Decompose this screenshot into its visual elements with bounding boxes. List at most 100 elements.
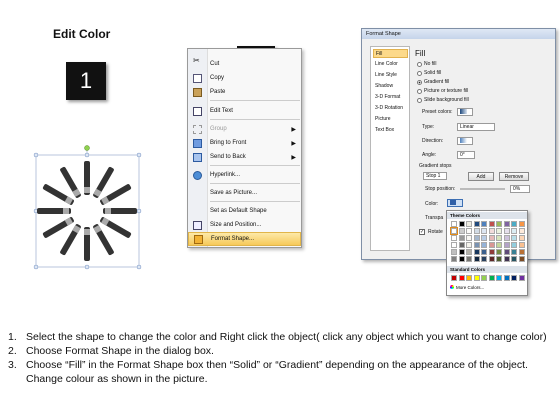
sidebar-item-shadow[interactable]: Shadow [373,82,408,91]
theme-color-swatch[interactable] [518,249,525,255]
theme-color-swatch[interactable] [488,235,495,241]
theme-color-swatch[interactable] [518,242,525,248]
menu-item-group[interactable]: Group ▶ [188,122,301,136]
theme-color-swatch[interactable] [511,221,517,227]
theme-color-swatch[interactable] [481,242,487,248]
theme-color-swatch[interactable] [503,242,510,248]
stop-position-input[interactable]: 0% [510,185,530,193]
option-solid-fill[interactable]: Solid fill [417,70,441,76]
menu-item-copy[interactable]: Copy [188,71,301,85]
theme-color-swatch[interactable] [481,256,487,262]
selected-shape[interactable] [30,145,145,270]
type-dropdown[interactable]: Linear [457,123,495,131]
theme-color-swatch[interactable] [466,256,472,262]
theme-color-swatch[interactable] [473,221,480,227]
theme-color-swatch[interactable] [481,228,487,234]
standard-color-swatch[interactable] [451,275,457,281]
menu-item-bring-to-front[interactable]: Bring to Front ▶ [188,136,301,150]
theme-color-swatch[interactable] [481,249,487,255]
option-picture-fill[interactable]: Picture or texture fill [417,88,468,94]
theme-color-swatch[interactable] [451,221,457,227]
menu-item-edit-text[interactable]: Edit Text [188,104,301,118]
theme-color-swatch[interactable] [451,235,457,241]
menu-item-send-to-back[interactable]: Send to Back ▶ [188,150,301,164]
theme-color-swatch[interactable] [488,249,495,255]
theme-color-swatch[interactable] [458,256,465,262]
theme-color-swatch[interactable] [458,221,465,227]
sidebar-item-line-style[interactable]: Line Style [373,71,408,80]
theme-color-swatch[interactable] [473,242,480,248]
theme-color-swatch[interactable] [450,227,458,235]
menu-item-format-shape[interactable]: Format Shape... [188,232,301,246]
theme-color-swatch[interactable] [458,235,465,241]
sidebar-item-3d-format[interactable]: 3-D Format [373,93,408,102]
theme-color-swatch[interactable] [488,221,495,227]
theme-color-swatch[interactable] [503,235,510,241]
menu-item-cut[interactable]: ✂ Cut [188,56,301,71]
theme-color-swatch[interactable] [496,249,502,255]
standard-color-swatch[interactable] [473,275,480,281]
preset-colors-dropdown[interactable] [457,108,473,116]
sidebar-item-fill[interactable]: Fill [373,49,408,58]
theme-color-swatch[interactable] [488,256,495,262]
theme-color-swatch[interactable] [518,228,525,234]
theme-color-swatch[interactable] [503,228,510,234]
theme-color-swatch[interactable] [488,242,495,248]
theme-color-swatch[interactable] [466,221,472,227]
theme-color-swatch[interactable] [496,256,502,262]
theme-color-swatch[interactable] [458,249,465,255]
theme-color-swatch[interactable] [496,221,502,227]
sidebar-item-text-box[interactable]: Text Box [373,126,408,135]
option-slide-background-fill[interactable]: Slide background fill [417,97,469,103]
theme-color-swatch[interactable] [451,256,457,262]
theme-color-swatch[interactable] [473,228,480,234]
theme-color-swatch[interactable] [473,235,480,241]
remove-stop-button[interactable]: Remove [499,172,529,181]
theme-color-swatch[interactable] [458,228,465,234]
theme-color-swatch[interactable] [466,228,472,234]
menu-item-set-default-shape[interactable]: Set as Default Shape [188,204,301,218]
sidebar-item-picture[interactable]: Picture [373,115,408,124]
menu-item-size-position[interactable]: Size and Position... [188,218,301,232]
direction-dropdown[interactable] [457,137,473,145]
theme-color-swatch[interactable] [511,249,517,255]
theme-color-swatch[interactable] [511,242,517,248]
angle-input[interactable]: 0° [457,151,475,159]
theme-color-swatch[interactable] [511,256,517,262]
theme-color-swatch[interactable] [481,221,487,227]
standard-color-swatch[interactable] [481,275,487,281]
option-gradient-fill[interactable]: Gradient fill [417,79,449,85]
theme-color-swatch[interactable] [466,235,472,241]
more-colors-link[interactable]: More Colors... [450,285,484,290]
theme-color-swatch[interactable] [458,242,465,248]
theme-color-swatch[interactable] [466,249,472,255]
theme-color-swatch[interactable] [496,235,502,241]
theme-color-swatch[interactable] [511,228,517,234]
standard-color-swatch[interactable] [511,275,517,281]
color-picker-button[interactable] [447,199,463,207]
menu-item-paste[interactable]: Paste [188,85,301,99]
stop-dropdown[interactable]: Stop 1 [423,172,447,180]
standard-color-swatch[interactable] [466,275,472,281]
rotate-checkbox[interactable]: ✓ [419,229,425,235]
theme-color-swatch[interactable] [503,249,510,255]
theme-color-swatch[interactable] [518,235,525,241]
theme-color-swatch[interactable] [503,221,510,227]
sidebar-item-line-color[interactable]: Line Color [373,60,408,69]
theme-color-swatch[interactable] [511,235,517,241]
standard-color-swatch[interactable] [496,275,502,281]
standard-color-swatch[interactable] [488,275,495,281]
standard-color-swatch[interactable] [518,275,525,281]
theme-color-swatch[interactable] [451,242,457,248]
sidebar-item-3d-rotation[interactable]: 3-D Rotation [373,104,408,113]
theme-color-swatch[interactable] [496,228,502,234]
theme-color-swatch[interactable] [496,242,502,248]
theme-color-swatch[interactable] [473,249,480,255]
menu-item-save-as-picture[interactable]: Save as Picture... [188,186,301,200]
theme-color-swatch[interactable] [518,221,525,227]
theme-color-swatch[interactable] [451,249,457,255]
theme-color-swatch[interactable] [466,242,472,248]
theme-color-swatch[interactable] [488,228,495,234]
theme-color-swatch[interactable] [518,256,525,262]
add-stop-button[interactable]: Add [468,172,494,181]
